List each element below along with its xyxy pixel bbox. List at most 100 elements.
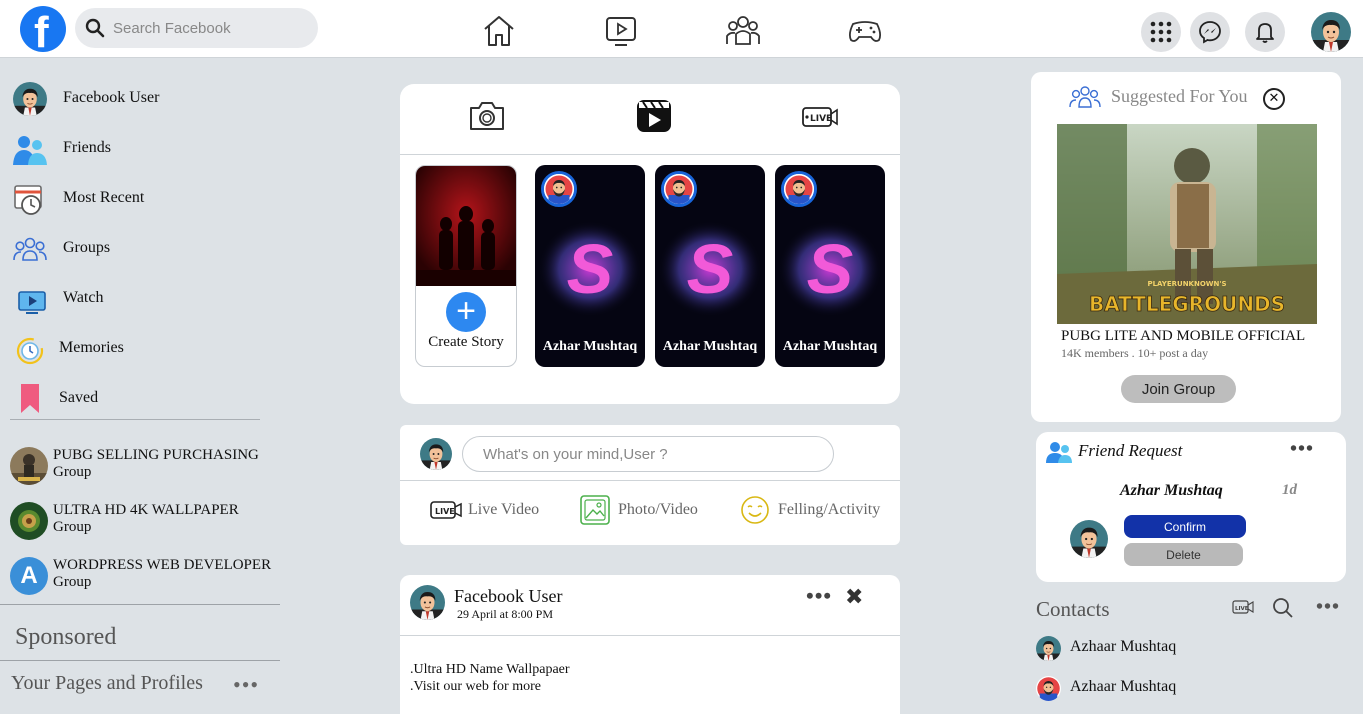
contact-name: Azhaar Mushtaq <box>1070 638 1177 655</box>
sidebar-item-label: Friends <box>63 139 111 156</box>
delete-button[interactable]: Delete <box>1124 543 1243 566</box>
avatar <box>13 82 47 116</box>
bookmark-icon <box>21 384 39 413</box>
story-author: Azhar Mushtaq <box>662 339 758 354</box>
add-story-button[interactable]: + <box>446 292 486 332</box>
group-name: ULTRA HD 4K WALLPAPER <box>53 502 239 518</box>
group-name: WORDPRESS WEB DEVELOPER <box>53 557 272 573</box>
request-time: 1d <box>1282 482 1297 498</box>
sidebar-group-item[interactable]: PUBG SELLING PURCHASING Group <box>10 443 280 491</box>
groups-icon[interactable] <box>725 14 761 48</box>
sidebar-item-label: Watch <box>63 289 104 306</box>
post-close-button[interactable]: ✖ <box>845 585 863 610</box>
facebook-logo-letter: f <box>34 8 49 57</box>
gaming-icon[interactable] <box>847 14 883 48</box>
create-story-card[interactable]: + Create Story <box>415 165 517 367</box>
confirm-button[interactable]: Confirm <box>1124 515 1246 538</box>
story-card[interactable]: S Azhar Mushtaq <box>775 165 885 367</box>
search-icon <box>85 18 105 38</box>
story-letter: S <box>687 230 734 308</box>
group-name: PUBG SELLING PURCHASING <box>53 447 259 463</box>
facebook-logo[interactable]: f <box>20 6 66 57</box>
friend-request-more-button[interactable]: ••• <box>1290 438 1314 461</box>
sidebar-item-friends[interactable]: Friends <box>10 128 260 172</box>
divider <box>400 635 900 636</box>
search-box[interactable] <box>75 8 318 48</box>
close-suggested-button[interactable]: ✕ <box>1263 88 1285 110</box>
group-avatar <box>10 447 48 485</box>
pages-profiles-heading: Your Pages and Profiles <box>11 672 203 694</box>
contact-item[interactable]: Azhaar Mushtaq <box>1036 636 1336 666</box>
avatar <box>420 438 452 470</box>
feeling-activity-button[interactable]: Felling/Activity <box>740 495 890 527</box>
suggested-card: Suggested For You ✕ PLAYERUNKNOWN'S BATT… <box>1031 72 1341 422</box>
search-input[interactable] <box>113 16 308 40</box>
live-video-icon[interactable]: LIVE <box>1232 600 1254 614</box>
most-recent-icon <box>14 185 42 215</box>
sidebar-item-most-recent[interactable]: Most Recent <box>10 178 260 222</box>
suggested-title: Suggested For You <box>1111 86 1248 106</box>
memories-icon <box>16 337 44 365</box>
search-icon[interactable] <box>1272 597 1294 619</box>
account-avatar[interactable] <box>1311 12 1351 52</box>
sidebar-item-watch[interactable]: Watch <box>10 278 260 322</box>
sidebar-item-profile[interactable]: Facebook User <box>10 78 260 122</box>
suggested-group-name[interactable]: PUBG LITE AND MOBILE OFFICIAL <box>1061 328 1305 345</box>
sidebar-item-label: Most Recent <box>63 189 145 206</box>
post-author[interactable]: Facebook User <box>454 586 562 607</box>
avatar[interactable] <box>1070 520 1108 558</box>
divider <box>0 660 280 661</box>
live-video-label: Live Video <box>468 501 540 518</box>
group-avatar-letter: A <box>20 562 38 589</box>
sidebar-item-saved[interactable]: Saved <box>10 376 260 420</box>
menu-grid-icon <box>1150 21 1172 43</box>
photo-icon <box>580 495 610 525</box>
feeling-activity-label: Felling/Activity <box>778 501 881 518</box>
home-icon[interactable] <box>481 14 517 48</box>
sidebar-item-label: Memories <box>59 339 124 356</box>
requester-name[interactable]: Azhar Mushtaq <box>1120 482 1223 500</box>
story-author: Azhar Mushtaq <box>782 339 878 354</box>
friend-request-card: Friend Request ••• Azhar Mushtaq 1d Conf… <box>1036 432 1346 582</box>
camera-icon[interactable] <box>468 100 506 132</box>
sidebar-item-memories[interactable]: Memories <box>10 328 260 372</box>
video-icon[interactable] <box>603 14 639 48</box>
reels-icon[interactable] <box>635 98 673 134</box>
group-type: Group <box>53 464 92 480</box>
live-badge-text: LIVE <box>1235 606 1249 612</box>
photo-video-label: Photo/Video <box>618 501 698 518</box>
photo-video-button[interactable]: Photo/Video <box>580 495 710 527</box>
sidebar-item-label: Saved <box>59 389 99 406</box>
story-cover-image <box>416 166 516 286</box>
post-line: .Ultra HD Name Wallpapaer <box>410 662 570 677</box>
story-avatar <box>781 171 817 207</box>
sponsored-heading: Sponsored <box>15 624 117 650</box>
contact-item[interactable]: Azhaar Mushtaq <box>1036 676 1336 706</box>
sidebar-group-item[interactable]: A WORDPRESS WEB DEVELOPER Group <box>10 553 280 601</box>
story-card[interactable]: S Azhar Mushtaq <box>655 165 765 367</box>
story-card[interactable]: S Azhar Mushtaq <box>535 165 645 367</box>
divider <box>0 604 280 605</box>
messenger-button[interactable] <box>1190 12 1230 52</box>
pages-more-button[interactable]: ••• <box>233 672 259 698</box>
join-group-button[interactable]: Join Group <box>1121 375 1236 403</box>
story-letter: S <box>567 230 614 308</box>
sidebar-item-groups[interactable]: Groups <box>10 228 260 272</box>
status-input[interactable] <box>462 436 834 472</box>
suggested-group-image: PLAYERUNKNOWN'S BATTLEGROUNDS <box>1057 124 1317 324</box>
groups-icon <box>1069 86 1101 108</box>
live-video-icon: LIVE <box>430 501 462 519</box>
sidebar-group-item[interactable]: ULTRA HD 4K WALLPAPER Group <box>10 498 280 546</box>
notifications-button[interactable] <box>1245 12 1285 52</box>
suggested-group-meta: 14K members . 10+ post a day <box>1061 346 1209 360</box>
contacts-more-button[interactable]: ••• <box>1316 596 1340 619</box>
live-icon[interactable]: LIVE <box>802 106 838 128</box>
friends-icon <box>13 136 47 165</box>
group-avatar: A <box>10 557 48 595</box>
post-more-button[interactable]: ••• <box>806 583 832 609</box>
menu-grid-button[interactable] <box>1141 12 1181 52</box>
post-timestamp: 29 April at 8:00 PM <box>457 607 554 621</box>
messenger-icon <box>1199 21 1221 44</box>
live-video-button[interactable]: LIVE Live Video <box>430 495 550 527</box>
divider <box>400 154 900 155</box>
